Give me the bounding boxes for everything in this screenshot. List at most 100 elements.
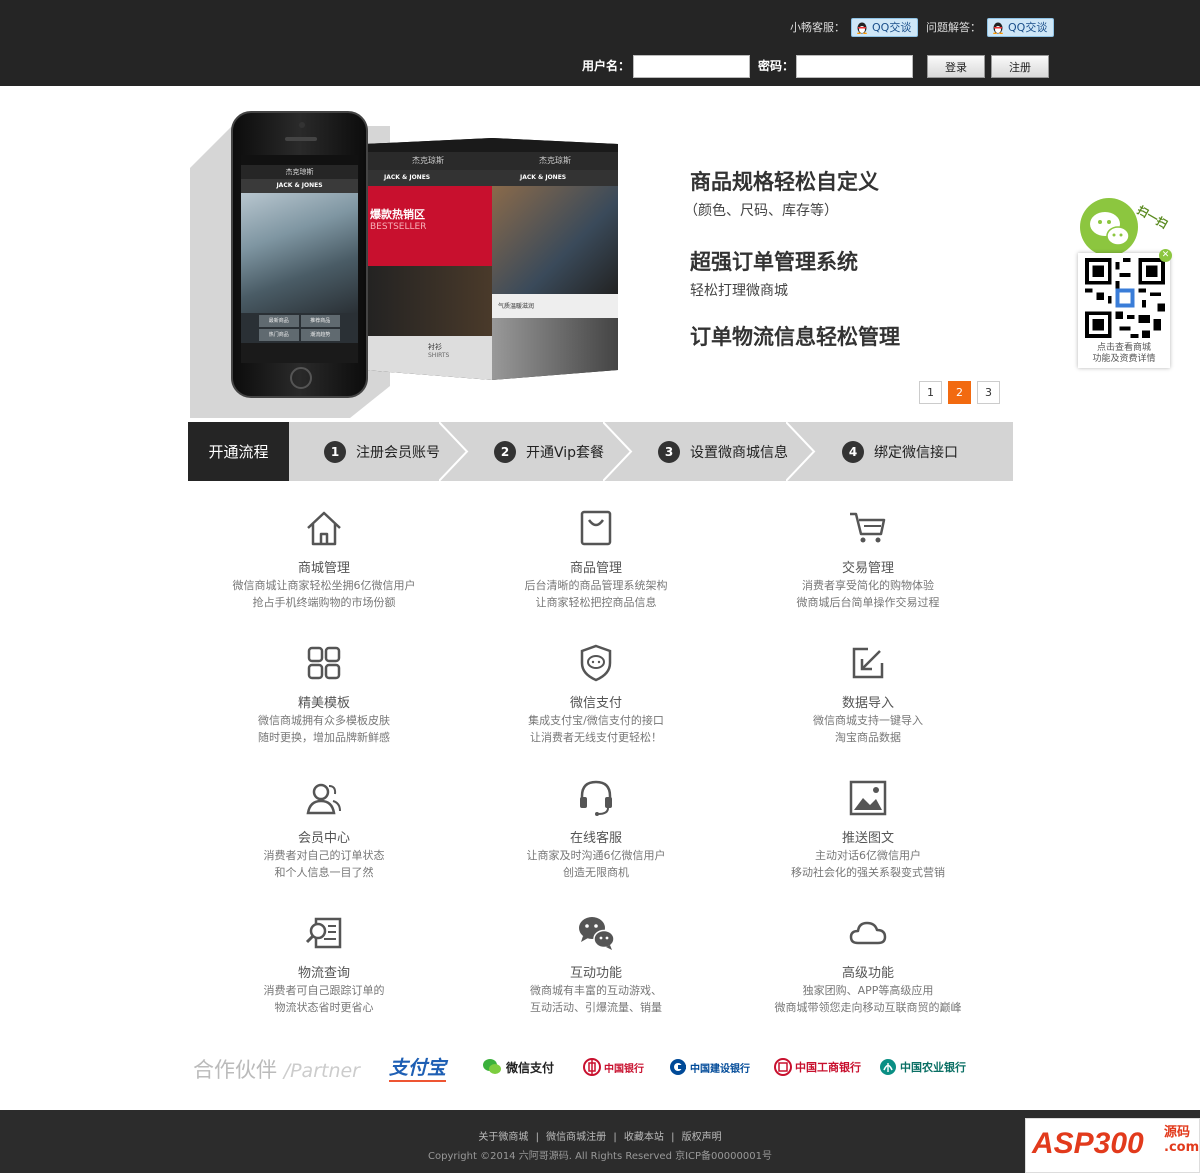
username-input[interactable] bbox=[633, 55, 750, 78]
feature-trade-management: 交易管理 消费者享受简化的购物体验 微商城后台简单操作交易过程 bbox=[733, 506, 1003, 611]
password-input[interactable] bbox=[796, 55, 913, 78]
close-icon[interactable]: ✕ bbox=[1159, 249, 1172, 262]
feature-interaction: 互动功能 微商城有丰富的互动游戏、 互动活动、引爆流量、销量 bbox=[461, 911, 731, 1016]
members-icon bbox=[306, 783, 341, 815]
import-icon bbox=[852, 647, 884, 679]
feature-desc: 互动活动、引爆流量、销量 bbox=[530, 1001, 662, 1014]
bestseller-en: BESTSELLER bbox=[370, 222, 427, 232]
cube-right-screen: 杰克琼斯 JACK & JONES 气质温暖滋润 bbox=[492, 138, 618, 380]
qr-box[interactable]: 点击查看商城 功能及资费详情 bbox=[1078, 253, 1170, 368]
watermark-side-2: .com bbox=[1164, 1140, 1200, 1155]
cube-left-screen: 杰克琼斯 JACK & JONES 爆款热销区 BESTSELLER 衬衫 SH… bbox=[364, 138, 492, 380]
step-label: 设置微商城信息 bbox=[690, 444, 788, 461]
feature-name: 会员中心 bbox=[297, 831, 350, 846]
feature-desc: 淘宝商品数据 bbox=[835, 731, 901, 744]
feature-push-news: 推送图文 主动对话6亿微信用户 移动社会化的强关系裂变式营销 bbox=[733, 776, 1003, 881]
feature-data-import: 数据导入 微信商城支持一键导入 淘宝商品数据 bbox=[733, 641, 1003, 746]
feature-desc: 集成支付宝/微信支付的接口 bbox=[528, 714, 664, 727]
feature-desc: 消费者可自己跟踪订单的 bbox=[263, 984, 385, 997]
page-dot-3[interactable]: 3 bbox=[977, 381, 1000, 404]
phone-menu-item: 推荐商品 bbox=[300, 315, 340, 327]
top-bar: 小畅客服： QQ交谈 问题解答： QQ交谈 用户名： 密码： 登录 注册 bbox=[0, 0, 1200, 86]
qr-code-icon bbox=[1085, 258, 1165, 338]
feature-online-service: 在线客服 让商家及时沟通6亿微信用户 创造无限商机 bbox=[461, 776, 731, 881]
footer-link-about[interactable]: 关于微商城 bbox=[478, 1132, 528, 1143]
page-dot-1[interactable]: 1 bbox=[919, 381, 942, 404]
shirts-title: 衬衫 bbox=[428, 343, 442, 351]
feature-name: 互动功能 bbox=[569, 966, 622, 981]
shirts-panel: 衬衫 SHIRTS bbox=[364, 336, 492, 380]
qq-chat-label: QQ交谈 bbox=[872, 21, 912, 34]
footer-separator: | bbox=[535, 1132, 539, 1143]
step-number: 4 bbox=[842, 440, 864, 463]
template-icon bbox=[307, 646, 341, 680]
page-dot-2[interactable]: 2 bbox=[948, 381, 971, 404]
footer-link-register[interactable]: 微信商城注册 bbox=[546, 1132, 606, 1143]
step-number: 3 bbox=[658, 440, 680, 463]
footer-link-copyright[interactable]: 版权声明 bbox=[682, 1132, 722, 1143]
feature-product-management: 商品管理 后台清晰的商品管理系统架构 让商家轻松把控商品信息 bbox=[461, 506, 731, 611]
phone-screen: 杰克琼斯 JACK & JONES 最新商品 推荐商品 热门商品 潮流趋势 bbox=[241, 155, 358, 363]
phone-speaker bbox=[285, 137, 317, 141]
partners-title-cn: 合作伙伴 bbox=[193, 1058, 277, 1082]
icbc-logo[interactable]: 中国工商银行 bbox=[774, 1053, 861, 1081]
feature-name: 高级功能 bbox=[841, 966, 894, 981]
footer-separator: | bbox=[671, 1132, 675, 1143]
cloud-icon bbox=[849, 921, 887, 945]
chevron-right-icon bbox=[786, 422, 816, 481]
qq-penguin-icon bbox=[993, 22, 1003, 34]
image-icon bbox=[849, 780, 887, 816]
feature-desc: 让商家及时沟通6亿微信用户 bbox=[526, 849, 666, 862]
alipay-logo[interactable]: 支付宝 bbox=[389, 1053, 447, 1082]
feature-templates: 精美模板 微信商城拥有众多模板皮肤 随时更换，增加品牌新鲜感 bbox=[189, 641, 459, 746]
abc-logo[interactable]: 中国农业银行 bbox=[879, 1053, 966, 1081]
feature-name: 交易管理 bbox=[841, 561, 894, 576]
bestseller-title: 爆款热销区 bbox=[370, 208, 425, 221]
headset-icon bbox=[580, 780, 612, 816]
feature-name: 在线客服 bbox=[569, 831, 622, 846]
cube-right-brand: JACK & JONES bbox=[492, 170, 618, 186]
service-label: 小畅客服： bbox=[790, 21, 845, 34]
watermark-side: 源码 .com bbox=[1164, 1125, 1199, 1155]
footer-copyright: Copyright ©2014 六阿哥源码. All Rights Reserv… bbox=[428, 1151, 772, 1162]
register-button[interactable]: 注册 bbox=[991, 55, 1049, 78]
wechat-pay-icon bbox=[483, 1059, 501, 1074]
qq-chat-button-service[interactable]: QQ交谈 bbox=[851, 17, 919, 37]
wechat-bubble-icon bbox=[1080, 198, 1138, 256]
boc-logo[interactable]: 中国银行 bbox=[583, 1053, 644, 1081]
feature-desc: 微商城有丰富的互动游戏、 bbox=[530, 984, 662, 997]
wechat-pay-logo[interactable]: 微信支付 bbox=[482, 1053, 554, 1081]
ccb-logo[interactable]: 中国建设银行 bbox=[669, 1053, 750, 1081]
footer-links: 关于微商城 | 微信商城注册 | 收藏本站 | 版权声明 bbox=[0, 1128, 1200, 1143]
wechat-pay-text: 微信支付 bbox=[506, 1060, 555, 1075]
abc-text: 中国农业银行 bbox=[900, 1061, 966, 1074]
scan-label: 扫一扫 bbox=[1134, 203, 1170, 232]
app-screens-cube: 杰克琼斯 JACK & JONES 爆款热销区 BESTSELLER 衬衫 SH… bbox=[364, 138, 618, 380]
phone-hero-photo bbox=[241, 193, 358, 313]
boc-text: 中国银行 bbox=[604, 1063, 644, 1075]
footer-link-bookmark[interactable]: 收藏本站 bbox=[624, 1132, 664, 1143]
feature-desc: 主动对话6亿微信用户 bbox=[815, 849, 921, 862]
model-photo bbox=[364, 266, 492, 336]
login-button[interactable]: 登录 bbox=[927, 55, 985, 78]
feature-desc: 微信商城让商家轻松坐拥6亿微信用户 bbox=[232, 579, 416, 592]
hero-banner: 杰克琼斯 JACK & JONES 爆款热销区 BESTSELLER 衬衫 SH… bbox=[188, 86, 1013, 422]
chevron-right-icon bbox=[603, 422, 633, 481]
cube-right-title: 杰克琼斯 bbox=[492, 152, 618, 170]
feature-store-management: 商城管理 微信商城让商家轻松坐拥6亿微信用户 抢占手机终端购物的市场份额 bbox=[189, 506, 459, 611]
qq-chat-button-qa[interactable]: QQ交谈 bbox=[987, 17, 1055, 37]
feature-member-center: 会员中心 消费者对自己的订单状态 和个人信息一目了然 bbox=[189, 776, 459, 881]
step-label: 注册会员账号 bbox=[356, 444, 440, 461]
step-4: 4 绑定微信接口 bbox=[842, 422, 958, 481]
watermark-side-1: 源码 bbox=[1164, 1125, 1191, 1140]
chevron-right-icon bbox=[439, 422, 469, 481]
feature-desc: 移动社会化的强关系裂变式营销 bbox=[791, 866, 945, 879]
qr-caption-line1: 点击查看商城 bbox=[1096, 343, 1151, 353]
qa-service: 问题解答： QQ交谈 bbox=[926, 17, 1055, 37]
qr-float-panel[interactable]: 扫一扫 点击查看商城 功能及资费详情 ✕ bbox=[1076, 195, 1180, 375]
feature-desc: 消费者对自己的订单状态 bbox=[263, 849, 385, 862]
qq-chat-label: QQ交谈 bbox=[1008, 21, 1048, 34]
feature-desc: 随时更换，增加品牌新鲜感 bbox=[258, 731, 390, 744]
feature-name: 精美模板 bbox=[297, 696, 350, 711]
feature-advanced: 高级功能 独家团购、APP等高级应用 微商城带领您走向移动互联商贸的巅峰 bbox=[733, 911, 1003, 1016]
